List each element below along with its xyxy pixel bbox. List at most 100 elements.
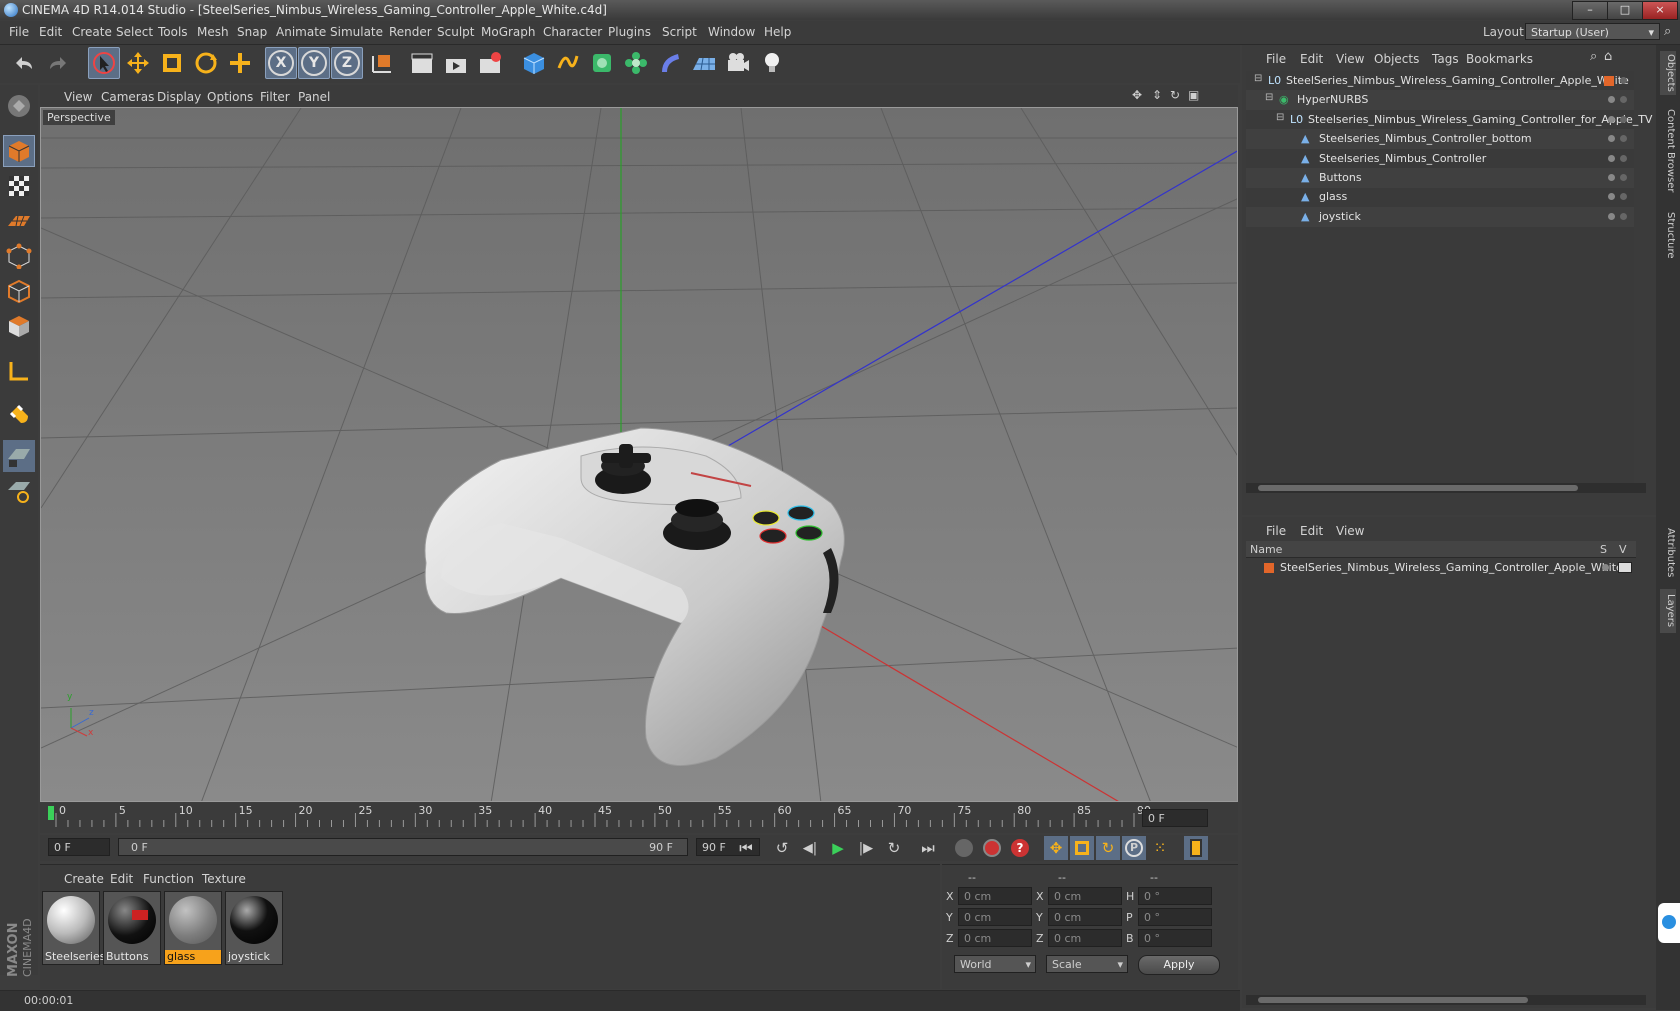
close-button[interactable]: × [1642, 1, 1678, 20]
object-tree-row[interactable]: ▲ Buttons [1246, 168, 1634, 188]
keyframe-selection-button[interactable]: ? [1008, 836, 1032, 860]
visibility-dot[interactable] [1608, 193, 1615, 201]
material-joystick[interactable]: joystick [225, 891, 283, 965]
help-chat-icon[interactable] [1658, 903, 1680, 943]
obj-menu-objects[interactable]: Objects [1374, 52, 1419, 66]
live-selection-tool[interactable] [88, 47, 120, 79]
coord-value-field[interactable]: 0 ° [1138, 908, 1212, 926]
tab-structure[interactable]: Structure [1660, 207, 1676, 263]
scale-tool[interactable] [156, 47, 188, 79]
menu-sculpt[interactable]: Sculpt [437, 25, 474, 39]
layer-solo-dot[interactable] [1602, 564, 1609, 571]
coord-world-dropdown[interactable]: World ▾ [954, 955, 1036, 973]
menu-window[interactable]: Window [708, 25, 755, 39]
add-cube-button[interactable] [518, 47, 550, 79]
menu-help[interactable]: Help [764, 25, 791, 39]
coord-value-field[interactable]: 0 cm [958, 887, 1032, 905]
previous-frame-button[interactable]: ◀| [798, 836, 822, 860]
visibility-dot[interactable] [1608, 212, 1615, 220]
menu-create[interactable]: Create [72, 25, 112, 39]
tab-objects[interactable]: Objects [1660, 51, 1676, 95]
object-tree-row[interactable]: L0 ⊟ Steelseries_Nimbus_Wireless_Gaming_Co… [1246, 110, 1652, 130]
add-light-button[interactable] [756, 47, 788, 79]
expand-toggle-icon[interactable]: ⊟ [1276, 112, 1284, 123]
coord-value-field[interactable]: 0 ° [1138, 887, 1212, 905]
key-scale-button[interactable] [1070, 836, 1094, 860]
obj-menu-edit[interactable]: Edit [1300, 52, 1323, 66]
current-frame-field[interactable]: 0 F [1142, 809, 1208, 827]
layer-menu-edit[interactable]: Edit [1300, 524, 1323, 538]
layer-row[interactable]: SteelSeries_Nimbus_Wireless_Gaming_Contr… [1246, 559, 1636, 577]
layer-color-swatch[interactable] [1604, 76, 1614, 86]
object-tree-row[interactable]: ▲ joystick [1246, 206, 1634, 227]
snap-button[interactable] [3, 398, 35, 430]
layer-horizontal-scrollbar[interactable] [1246, 995, 1646, 1005]
tab-layers[interactable]: Layers [1660, 589, 1676, 633]
menu-mesh[interactable]: Mesh [197, 25, 229, 39]
mat-menu-function[interactable]: Function [143, 872, 194, 886]
add-spline-button[interactable] [552, 47, 584, 79]
layer-color-swatch[interactable] [1264, 563, 1274, 573]
maximize-button[interactable]: □ [1607, 1, 1643, 20]
render-settings-button[interactable] [474, 47, 506, 79]
viewport-zoom-icon[interactable]: ⇕ [1152, 88, 1162, 102]
add-camera-button[interactable] [722, 47, 754, 79]
menu-character[interactable]: Character [543, 25, 602, 39]
object-tree-row[interactable]: ▲ Steelseries_Nimbus_Controller [1246, 149, 1634, 169]
key-pla-button[interactable]: ⁙ [1148, 836, 1172, 860]
object-tree-row[interactable]: L0 ⊟ SteelSeries_Nimbus_Wireless_Gaming_Co… [1246, 71, 1634, 91]
add-deformer-button[interactable] [654, 47, 686, 79]
visibility-dot[interactable] [1608, 154, 1615, 162]
render-dot[interactable] [1620, 115, 1627, 123]
playhead-marker[interactable] [48, 806, 54, 820]
undo-button[interactable] [8, 47, 40, 79]
redo-button[interactable] [42, 47, 74, 79]
coord-value-field[interactable]: 0 cm [1048, 929, 1122, 947]
material-steelseries[interactable]: Steelseries [42, 891, 105, 965]
coord-value-field[interactable]: 0 ° [1138, 929, 1212, 947]
layer-menu-view[interactable]: View [1336, 524, 1364, 538]
coord-value-field[interactable]: 0 cm [1048, 887, 1122, 905]
timeline-window-button[interactable] [1184, 836, 1208, 860]
model-mode-button[interactable] [3, 135, 35, 167]
make-editable-button[interactable] [3, 90, 35, 122]
render-dot[interactable] [1620, 135, 1627, 143]
layout-dropdown[interactable]: Startup (User) ▾ [1525, 23, 1660, 40]
search-icon[interactable]: ⌕ [1664, 24, 1671, 39]
material-buttons[interactable]: Buttons [103, 891, 161, 965]
scrollbar-thumb[interactable] [1258, 997, 1528, 1003]
menu-select[interactable]: Select [116, 25, 153, 39]
preview-range-slider[interactable]: 0 F 90 F [118, 838, 688, 856]
menu-script[interactable]: Script [662, 25, 697, 39]
record-keys-button[interactable] [952, 836, 976, 860]
render-dot[interactable] [1620, 193, 1627, 201]
obj-menu-view[interactable]: View [1336, 52, 1364, 66]
coord-scale-dropdown[interactable]: Scale ▾ [1046, 955, 1128, 973]
3d-viewport[interactable]: Perspective y z x [40, 107, 1238, 802]
key-position-button[interactable]: ✥ [1044, 836, 1068, 860]
tab-content-browser[interactable]: Content Browser [1660, 101, 1676, 201]
x-axis-lock-button[interactable]: X [265, 47, 297, 79]
mat-menu-create[interactable]: Create [64, 872, 104, 886]
search-icon[interactable]: ⌕ [1590, 49, 1597, 64]
render-dot[interactable] [1620, 212, 1627, 220]
transform-tool[interactable] [224, 47, 256, 79]
menu-edit[interactable]: Edit [39, 25, 62, 39]
go-to-start-button[interactable]: ⏮ [734, 836, 758, 860]
visibility-dot[interactable] [1608, 174, 1615, 181]
go-to-end-button[interactable]: ⏭ [916, 836, 940, 860]
points-mode-button[interactable] [3, 240, 35, 272]
menu-file[interactable]: File [9, 25, 29, 39]
obj-menu-file[interactable]: File [1266, 52, 1286, 66]
viewport-rotate-icon[interactable]: ↻ [1170, 88, 1180, 102]
workplane-mode-button[interactable] [3, 205, 35, 237]
vp-menu-display[interactable]: Display [157, 90, 201, 104]
vp-menu-filter[interactable]: Filter [260, 90, 290, 104]
home-icon[interactable]: ⌂ [1604, 49, 1612, 64]
start-frame-field[interactable]: 0 F [48, 838, 110, 856]
visibility-dot[interactable] [1608, 96, 1615, 104]
expand-toggle-icon[interactable]: ⊟ [1265, 92, 1273, 103]
object-tree-row[interactable]: ▲ Steelseries_Nimbus_Controller_bottom [1246, 129, 1634, 150]
axis-mode-button[interactable] [3, 355, 35, 387]
coord-value-field[interactable]: 0 cm [958, 929, 1032, 947]
